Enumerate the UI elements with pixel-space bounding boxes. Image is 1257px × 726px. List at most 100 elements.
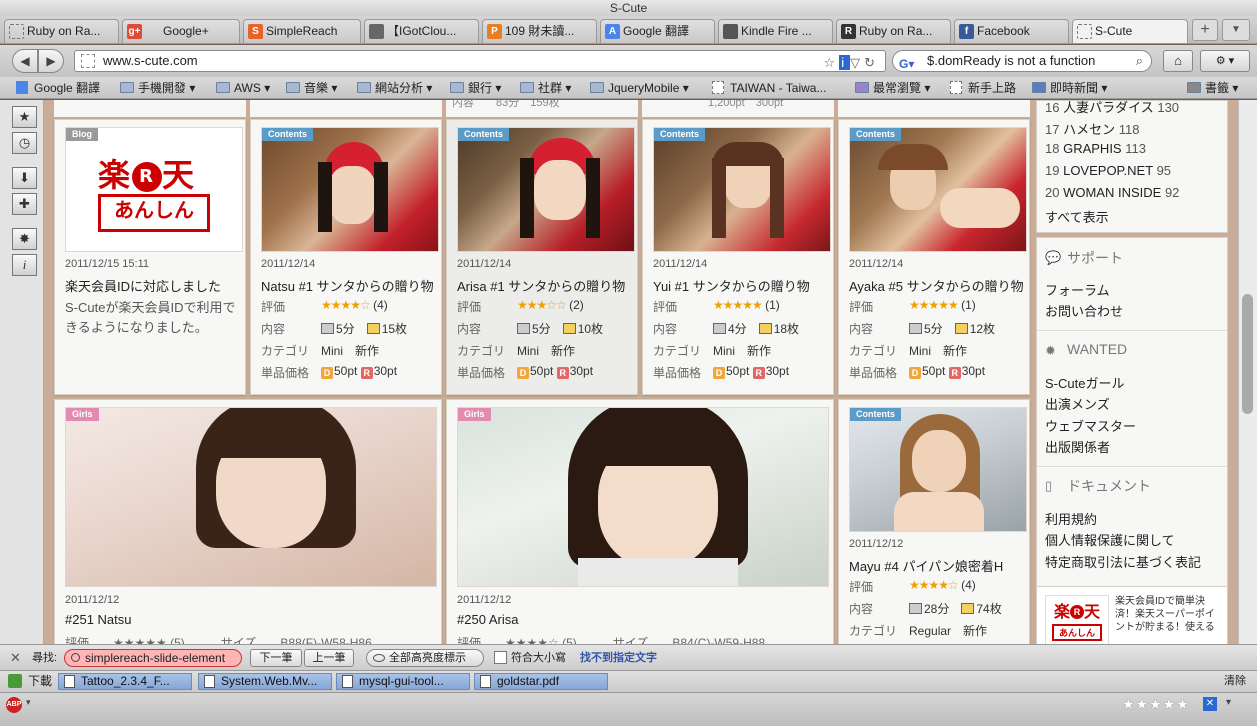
girl-card[interactable]: Girls 2011/12/12 #250 Arisa 評価 ★★★★☆ (5)… bbox=[446, 399, 834, 644]
card-title[interactable]: Mayu #4 パイパン娘密着H bbox=[849, 556, 1003, 575]
card-title[interactable]: Yui #1 サンタからの贈り物 bbox=[653, 276, 810, 295]
history-icon[interactable]: ◷ bbox=[12, 132, 37, 154]
girl-card[interactable]: Girls 2011/12/12 #251 Natsu 評価 ★★★★★ (5)… bbox=[54, 399, 442, 644]
find-next-button[interactable]: 下一筆 bbox=[250, 649, 302, 667]
tab-ruby-1[interactable]: Ruby on Ra... bbox=[4, 19, 119, 43]
tab-google-plus[interactable]: g+ Google+ bbox=[122, 19, 240, 43]
bookmark-folder[interactable]: 最常瀏覽 ▾ bbox=[855, 77, 930, 99]
privacy-link[interactable]: 個人情報保護に関して bbox=[1045, 530, 1175, 549]
pdf-file-icon bbox=[480, 675, 491, 688]
find-prev-button[interactable]: 上一筆 bbox=[304, 649, 354, 667]
blog-card[interactable]: Blog 楽R天 あんしん 2011/12/15 15:11 楽天会員IDに対応… bbox=[54, 119, 246, 395]
tools-button[interactable]: ⚙ ▾ bbox=[1200, 50, 1250, 72]
new-tab-button[interactable]: + bbox=[1192, 19, 1218, 41]
url-bar[interactable]: www.s-cute.com ☆ i ▽↻ bbox=[74, 50, 886, 72]
info-icon[interactable]: i bbox=[839, 55, 851, 70]
wanted-link[interactable]: S-Cuteガール bbox=[1045, 373, 1124, 392]
card-title[interactable]: Arisa #1 サンタからの贈り物 bbox=[457, 276, 625, 295]
card-title[interactable]: 楽天会員IDに対応しました bbox=[65, 276, 221, 295]
dropdown-icon[interactable]: ▽ bbox=[850, 55, 864, 70]
bookmark-item[interactable]: TAIWAN - Taiwa... bbox=[712, 77, 826, 99]
reload-icon[interactable]: ↻ bbox=[864, 55, 879, 70]
tab-facebook[interactable]: f Facebook bbox=[954, 19, 1069, 43]
bookmark-folder[interactable]: 社群 ▾ bbox=[520, 77, 571, 99]
match-case-checkbox[interactable] bbox=[494, 651, 507, 664]
tab-ruby-2[interactable]: R Ruby on Ra... bbox=[836, 19, 951, 43]
ranking-item[interactable]: 19 LOVEPOP.NET 95 bbox=[1045, 163, 1171, 178]
contact-link[interactable]: お問い合わせ bbox=[1045, 301, 1123, 320]
bookmark-folder[interactable]: 音樂 ▾ bbox=[286, 77, 337, 99]
download-item[interactable]: goldstar.pdf bbox=[474, 673, 608, 690]
ranking-item[interactable]: 20 WOMAN INSIDE 92 bbox=[1045, 185, 1179, 200]
bookmark-star-icon[interactable]: ★ bbox=[12, 106, 37, 128]
bookmark-item[interactable]: Google 翻譯 bbox=[16, 77, 100, 99]
search-input[interactable]: G▾ $.domReady is not a function ⌕ bbox=[892, 50, 1152, 72]
forum-link[interactable]: フォーラム bbox=[1045, 280, 1110, 299]
download-item[interactable]: System.Web.Mv... bbox=[198, 673, 332, 690]
bookmark-folder[interactable]: JqueryMobile ▾ bbox=[590, 77, 689, 99]
adblock-icon[interactable]: ABP bbox=[6, 697, 22, 713]
star-icon[interactable]: ☆ bbox=[824, 55, 840, 70]
chevron-down-icon[interactable]: ▾ bbox=[1226, 697, 1231, 708]
wanted-link[interactable]: 出演メンズ bbox=[1045, 394, 1110, 413]
ranking-item[interactable]: 16 人妻パラダイス 130 bbox=[1045, 100, 1179, 116]
p-icon: P bbox=[487, 24, 502, 39]
bookmark-folder[interactable]: 網站分析 ▾ bbox=[357, 77, 432, 99]
bookmark-folder[interactable]: AWS ▾ bbox=[216, 77, 270, 99]
cloud-icon bbox=[723, 24, 738, 39]
tab-list-button[interactable]: ▼ bbox=[1222, 19, 1250, 41]
ranking-item[interactable]: 18 GRAPHIS 113 bbox=[1045, 141, 1146, 156]
wanted-link[interactable]: 出版関係者 bbox=[1045, 437, 1110, 456]
info-icon[interactable]: i bbox=[12, 254, 37, 276]
highlight-all-button[interactable]: 全部高亮度標示 bbox=[366, 649, 484, 667]
category-badge: Contents bbox=[850, 408, 901, 421]
close-icon[interactable]: ✕ bbox=[10, 645, 21, 671]
show-all-link[interactable]: すべて表示 bbox=[1045, 207, 1109, 226]
bookmark-item[interactable]: 新手上路 bbox=[950, 77, 1016, 99]
download-icon[interactable]: ⬇ bbox=[12, 167, 37, 189]
content-card[interactable]: Contents 2011/12/14 Ayaka #5 サンタからの贈り物 評… bbox=[838, 119, 1030, 395]
content-card[interactable]: Contents 2011/12/14 Natsu #1 サンタからの贈り物 評… bbox=[250, 119, 442, 395]
bookmarks-menu[interactable]: 書籤 ▾ bbox=[1187, 77, 1238, 99]
content-card[interactable]: Contents 2011/12/14 Yui #1 サンタからの贈り物 評価 ★… bbox=[642, 119, 834, 395]
find-input[interactable]: simplereach-slide-element bbox=[64, 649, 242, 667]
card-title[interactable]: Natsu #1 サンタからの贈り物 bbox=[261, 276, 434, 295]
window-title: S-Cute bbox=[0, 0, 1257, 16]
chat-icon: 💬 bbox=[1045, 250, 1062, 265]
rating-stars-icon[interactable]: ★★★★★ bbox=[1122, 696, 1190, 713]
google-icon: G▾ bbox=[899, 57, 915, 71]
bookmark-folder[interactable]: 即時新聞 ▾ bbox=[1032, 77, 1107, 99]
bookmark-folder[interactable]: 銀行 ▾ bbox=[450, 77, 501, 99]
download-item[interactable]: mysql-gui-tool... bbox=[336, 673, 470, 690]
addons-icon[interactable]: ✚ bbox=[12, 193, 37, 215]
home-button[interactable]: ⌂ bbox=[1163, 50, 1193, 72]
scrollbar-thumb[interactable] bbox=[1242, 294, 1253, 414]
forward-button[interactable]: ▶ bbox=[38, 49, 64, 73]
rakuten-ad[interactable]: 楽R天 あんしん 楽天会員IDで簡単決済！楽天スーパーポイントが貯まる！使える bbox=[1036, 586, 1228, 644]
extension-icon[interactable]: ✕ bbox=[1203, 697, 1217, 711]
page-scrollbar[interactable] bbox=[1238, 100, 1257, 644]
tab-kindle[interactable]: Kindle Fire ... bbox=[718, 19, 833, 43]
chevron-down-icon[interactable]: ▾ bbox=[26, 697, 31, 708]
tab-igotcloud[interactable]: 【IGotClou... bbox=[364, 19, 479, 43]
search-icon[interactable]: ⌕ bbox=[1136, 51, 1143, 71]
terms-link[interactable]: 利用規約 bbox=[1045, 509, 1097, 528]
tab-109[interactable]: P 109 財未讀... bbox=[482, 19, 597, 43]
tab-google-translate[interactable]: A Google 翻譯 bbox=[600, 19, 715, 43]
clear-downloads-button[interactable]: 清除 bbox=[1224, 671, 1246, 691]
tab-simplereach[interactable]: S SimpleReach bbox=[243, 19, 361, 43]
d-point-icon: D bbox=[909, 367, 921, 379]
ranking-item[interactable]: 17 ハメセン 118 bbox=[1045, 119, 1139, 138]
back-button[interactable]: ◀ bbox=[12, 49, 38, 73]
card-title[interactable]: Ayaka #5 サンタからの贈り物 bbox=[849, 276, 1024, 295]
tab-scute[interactable]: S-Cute bbox=[1072, 19, 1188, 43]
content-card[interactable]: Contents 2011/12/14 Arisa #1 サンタからの贈り物 評… bbox=[446, 119, 638, 395]
firebug-icon[interactable]: ✸ bbox=[12, 228, 37, 250]
download-item[interactable]: Tattoo_2.3.4_F... bbox=[58, 673, 192, 690]
wanted-link[interactable]: ウェブマスター bbox=[1045, 416, 1136, 435]
card-title[interactable]: #251 Natsu bbox=[65, 612, 132, 627]
card-title[interactable]: #250 Arisa bbox=[457, 612, 518, 627]
commerce-law-link[interactable]: 特定商取引法に基づく表記 bbox=[1045, 552, 1201, 571]
content-card[interactable]: Contents 2011/12/12 Mayu #4 パイパン娘密着H 評価 ★… bbox=[838, 399, 1030, 644]
bookmark-folder[interactable]: 手機開發 ▾ bbox=[120, 77, 195, 99]
